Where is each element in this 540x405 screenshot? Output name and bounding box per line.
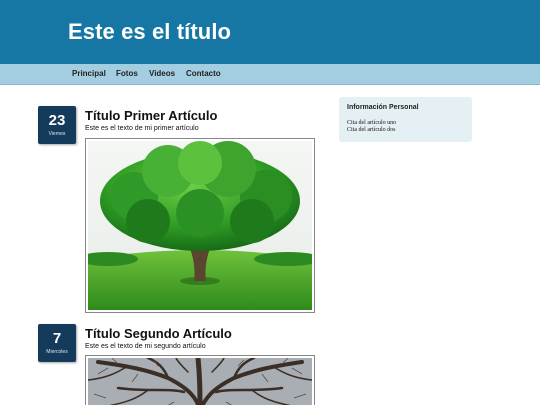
date-day: 23 [48, 112, 66, 129]
sidebar-link[interactable]: Cita del artículo uno [347, 120, 396, 126]
oak-tree-image [78, 138, 322, 313]
sidebar-personal-info: Información Personal Cita del artículo u… [339, 97, 472, 142]
main-nav: Principal Fotos Videos Contacto [0, 64, 540, 85]
date-badge: 23 Viernes [38, 106, 76, 144]
article-text: Este es el texto de mi segundo artículo [85, 343, 206, 350]
oak-tree-image-graphic [78, 141, 322, 310]
site-title: Este es el título [68, 19, 232, 44]
nav-item-contacto[interactable]: Contacto [186, 69, 221, 78]
nav-item-fotos[interactable]: Fotos [116, 69, 138, 78]
date-weekday: Miercoles [46, 349, 68, 355]
date-weekday: Viernes [48, 131, 66, 137]
bare-tree-branches-image [85, 355, 315, 405]
nav-item-videos[interactable]: Videos [149, 69, 175, 78]
nav-item-principal[interactable]: Principal [72, 69, 106, 78]
sidebar-heading: Información Personal [347, 104, 419, 111]
bare-tree-branches-image-graphic [87, 355, 313, 405]
article-title[interactable]: Título Primer Artículo [85, 108, 217, 123]
date-badge: 7 Miercoles [38, 324, 76, 362]
sidebar-link[interactable]: Cita del artículo dos [347, 127, 396, 133]
article-title[interactable]: Título Segundo Artículo [85, 326, 232, 341]
article-text: Este es el texto de mi primer artículo [85, 125, 199, 132]
date-day: 7 [52, 330, 62, 347]
site-header: Este es el título [0, 0, 540, 64]
